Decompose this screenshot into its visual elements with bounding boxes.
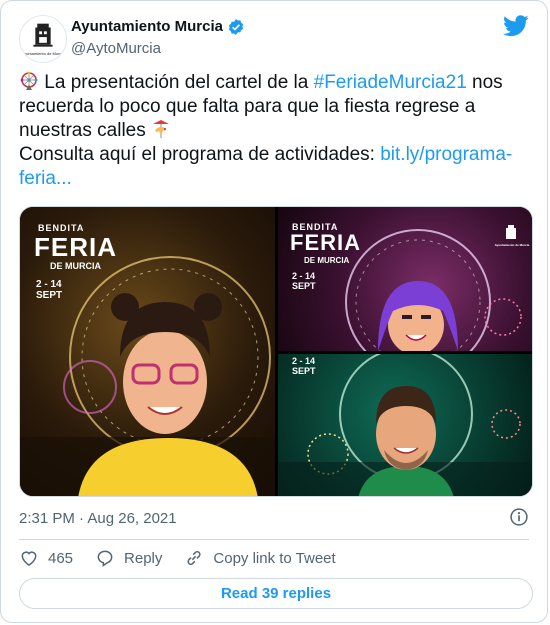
- poster-tr-subtitle: DE MURCIA: [304, 256, 350, 265]
- tweet-text-line1: La presentación del cartel de la: [44, 72, 314, 93]
- media-grid[interactable]: BENDITA FERIA DE MURCIA 2 - 14 SEPT BEND…: [19, 206, 533, 497]
- poster-bottom-right[interactable]: 2 - 14 SEPT: [278, 354, 532, 496]
- tweet-card: Ayuntamiento de Murcia Ayuntamiento Murc…: [0, 0, 548, 623]
- poster-br-dates: 2 - 14: [292, 356, 316, 366]
- twitter-bird-icon[interactable]: [503, 15, 529, 37]
- poster-left-month: SEPT: [36, 290, 63, 301]
- copy-link-button[interactable]: Copy link to Tweet: [184, 548, 336, 568]
- tweet-timestamp[interactable]: 2:31 PM · Aug 26, 2021: [19, 509, 177, 529]
- avatar[interactable]: Ayuntamiento de Murcia: [19, 15, 67, 63]
- divider: [19, 539, 529, 540]
- read-replies-button[interactable]: Read 39 replies: [19, 578, 533, 609]
- tweet-header: Ayuntamiento de Murcia Ayuntamiento Murc…: [19, 15, 529, 65]
- poster-left-subtitle: DE MURCIA: [50, 261, 101, 271]
- ferris-wheel-emoji: [20, 71, 38, 90]
- poster-br-month: SEPT: [292, 366, 316, 376]
- author-display-name[interactable]: Ayuntamiento Murcia: [71, 17, 245, 37]
- heart-icon: [21, 551, 37, 566]
- reply-label: Reply: [124, 549, 163, 567]
- verified-badge-icon: [228, 19, 244, 35]
- poster-tr-title: FERIA: [290, 230, 361, 255]
- poster-left-title: FERIA: [34, 232, 117, 262]
- avatar-caption: Ayuntamiento de Murcia: [21, 51, 65, 56]
- tweet-text-line2: Consulta aquí el programa de actividades…: [19, 144, 381, 165]
- like-button[interactable]: 465: [19, 548, 73, 568]
- like-count: 465: [48, 549, 74, 567]
- author-handle[interactable]: @AytoMurcia: [71, 39, 245, 59]
- poster-bottom-right-art: [278, 354, 532, 496]
- poster-tr-seal-icon: [506, 225, 516, 239]
- poster-top-right[interactable]: BENDITA FERIA DE MURCIA 2 - 14 SEPT Ayun…: [278, 207, 532, 351]
- display-name-text: Ayuntamiento Murcia: [71, 18, 223, 35]
- info-icon[interactable]: [509, 507, 529, 527]
- poster-tr-seal-caption: Ayuntamiento de Murcia: [494, 243, 530, 247]
- carousel-horse-emoji: [153, 120, 170, 138]
- poster-tr-month: SEPT: [292, 281, 316, 291]
- reply-icon: [97, 550, 113, 567]
- copy-link-label: Copy link to Tweet: [213, 549, 336, 567]
- hashtag-link[interactable]: #FeriadeMurcia21: [314, 72, 467, 93]
- poster-left[interactable]: BENDITA FERIA DE MURCIA 2 - 14 SEPT: [20, 207, 275, 496]
- tweet-actions: 465 Reply Copy link to Tweet: [19, 547, 358, 569]
- poster-tr-dates: 2 - 14: [292, 271, 316, 281]
- tweet-text: La presentación del cartel de la #Feriad…: [19, 71, 533, 191]
- link-icon: [187, 551, 201, 565]
- reply-button[interactable]: Reply: [95, 548, 162, 568]
- author-name-block: Ayuntamiento Murcia @AytoMurcia: [71, 17, 245, 59]
- poster-left-dates: 2 - 14: [36, 279, 62, 290]
